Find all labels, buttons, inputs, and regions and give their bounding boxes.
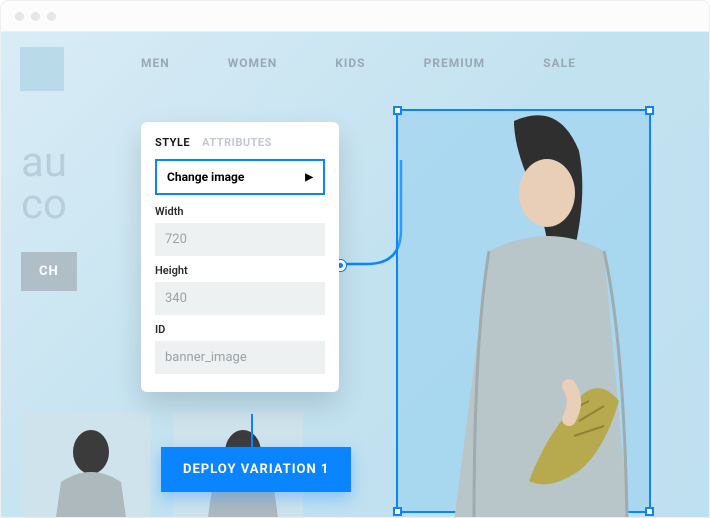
resize-handle-bottom-left[interactable] bbox=[393, 507, 402, 516]
selection-frame[interactable] bbox=[396, 109, 651, 513]
change-image-label: Change image bbox=[167, 170, 244, 184]
hero-cta-button[interactable]: CH bbox=[21, 252, 77, 291]
tab-attributes[interactable]: ATTRIBUTES bbox=[202, 136, 272, 149]
nav-premium[interactable]: PREMIUM bbox=[424, 56, 486, 70]
resize-handle-top-left[interactable] bbox=[393, 106, 402, 115]
style-panel: STYLE ATTRIBUTES Change image ▶ Width He… bbox=[141, 122, 339, 392]
height-label: Height bbox=[155, 264, 325, 277]
id-label: ID bbox=[155, 323, 325, 336]
top-nav: MEN WOMEN KIDS PREMIUM SALE bbox=[141, 56, 576, 70]
nav-men[interactable]: MEN bbox=[141, 56, 170, 70]
deploy-button[interactable]: DEPLOY VARIATION 1 bbox=[161, 447, 351, 492]
deploy-connector-line bbox=[251, 414, 253, 450]
width-input[interactable] bbox=[155, 223, 325, 256]
hero-line-2: co bbox=[21, 184, 67, 226]
traffic-dot bbox=[31, 12, 40, 21]
product-thumb[interactable] bbox=[21, 412, 151, 518]
tab-style[interactable]: STYLE bbox=[155, 136, 190, 149]
width-label: Width bbox=[155, 205, 325, 218]
window-chrome bbox=[0, 0, 710, 32]
panel-tabs: STYLE ATTRIBUTES bbox=[155, 136, 325, 149]
id-input[interactable] bbox=[155, 341, 325, 374]
hero-headline: au co bbox=[21, 142, 67, 226]
nav-sale[interactable]: SALE bbox=[543, 56, 576, 70]
page-canvas: MEN WOMEN KIDS PREMIUM SALE au co CH bbox=[0, 32, 710, 518]
height-input[interactable] bbox=[155, 282, 325, 315]
traffic-dot bbox=[47, 12, 56, 21]
hero-line-1: au bbox=[21, 142, 67, 184]
change-image-button[interactable]: Change image ▶ bbox=[155, 159, 325, 195]
logo-placeholder bbox=[20, 47, 64, 91]
selected-image bbox=[419, 101, 659, 518]
chevron-right-icon: ▶ bbox=[305, 172, 313, 183]
traffic-dot bbox=[15, 12, 24, 21]
nav-women[interactable]: WOMEN bbox=[228, 56, 278, 70]
nav-kids[interactable]: KIDS bbox=[335, 56, 365, 70]
